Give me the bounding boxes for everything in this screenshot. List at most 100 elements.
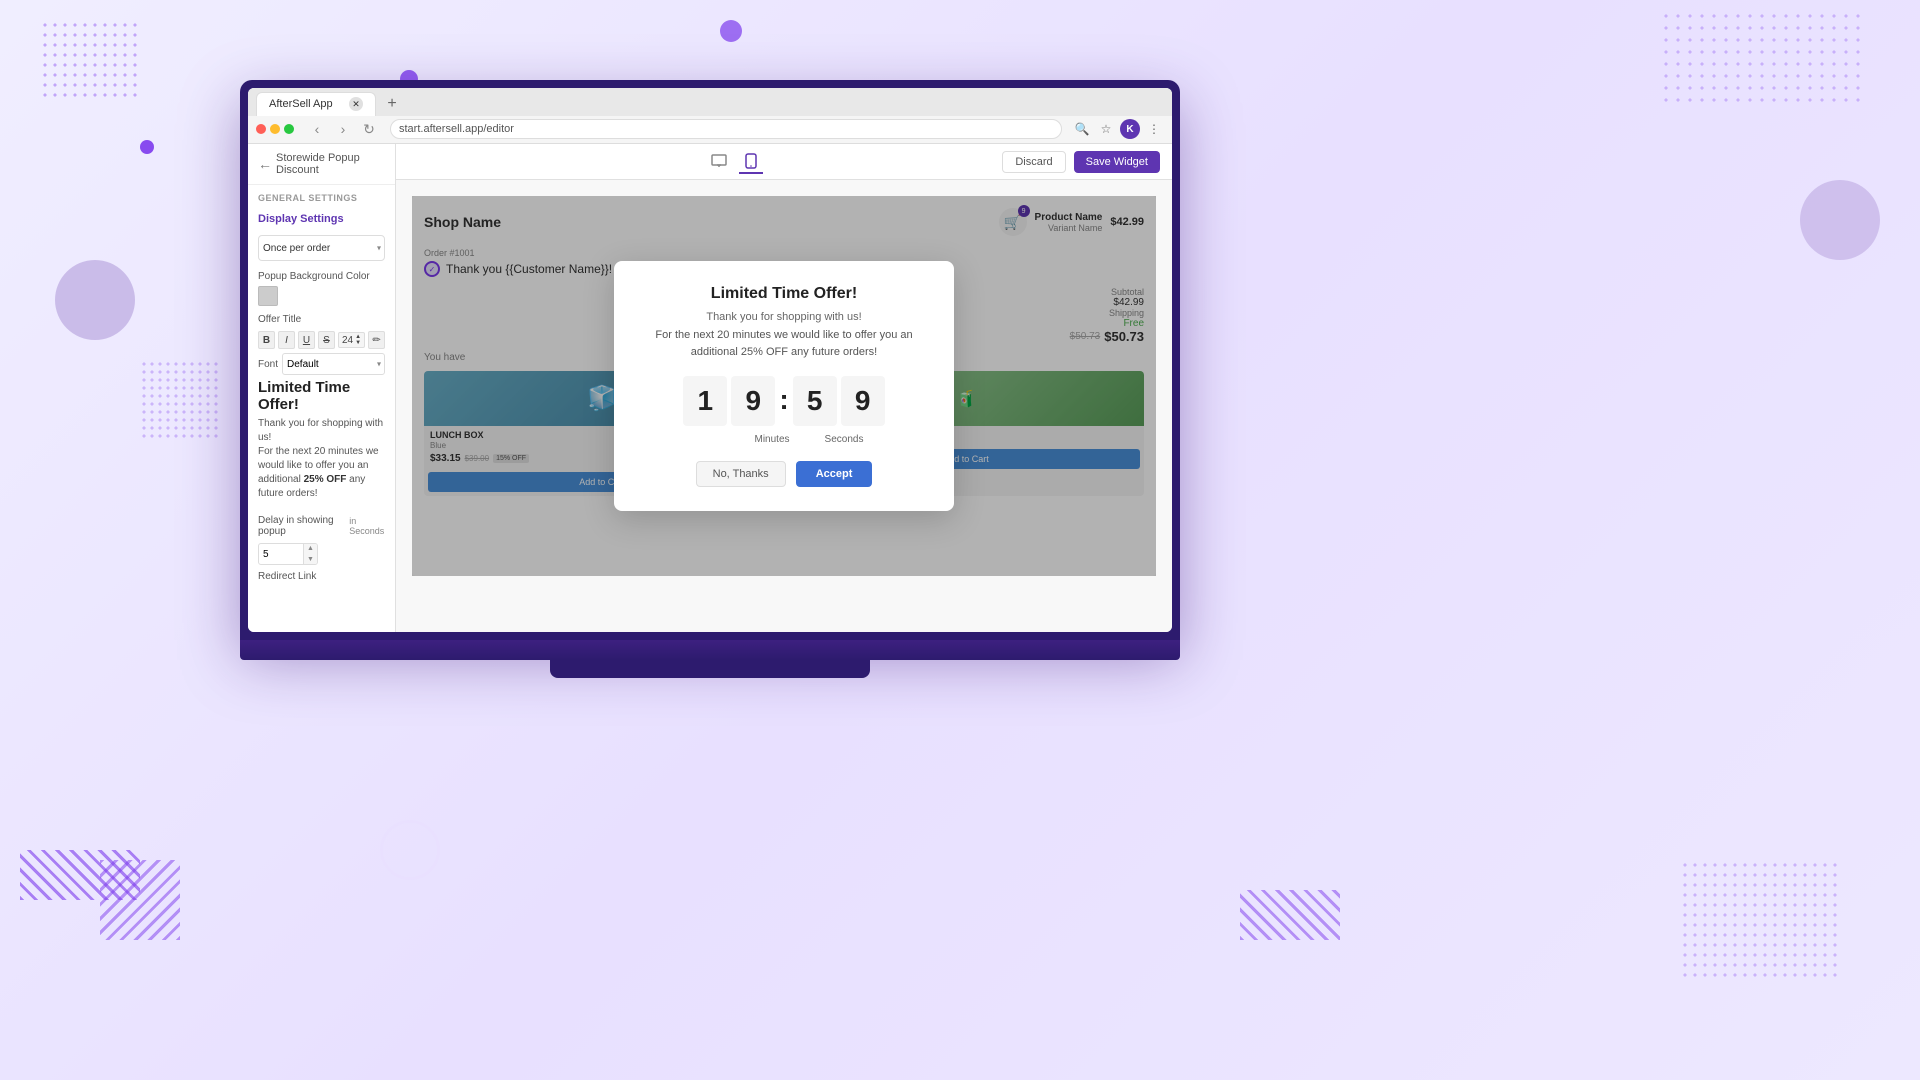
device-icons — [707, 150, 763, 174]
desktop-view-button[interactable] — [707, 150, 731, 174]
popup-bg-color-label: Popup Background Color — [248, 265, 395, 284]
tab-close-button[interactable]: ✕ — [349, 97, 363, 111]
countdown-timer: 1 9 : 5 9 — [642, 376, 926, 426]
body-line1: Thank you for shopping with us! — [258, 418, 383, 443]
section-label: GENERAL SETTINGS — [248, 185, 395, 207]
font-label: Font — [258, 359, 278, 370]
offer-title-preview: Limited Time Offer! — [258, 379, 385, 413]
back-button[interactable]: ← Storewide Popup Discount — [248, 144, 395, 185]
address-bar[interactable]: start.aftersell.app/editor — [390, 119, 1062, 139]
delay-unit: in Seconds — [349, 516, 385, 536]
modal-subtitle: Thank you for shopping with us! — [642, 311, 926, 323]
shop-preview: Shop Name 🛒 9 Product Name Variant Name — [412, 196, 1156, 576]
delay-input[interactable] — [259, 549, 303, 560]
sidebar: ← Storewide Popup Discount GENERAL SETTI… — [248, 144, 396, 632]
toolbar-actions: Discard Save Widget — [1002, 151, 1160, 173]
offer-title-section: B I U S 24 ▲ ▼ ✏ — [248, 327, 395, 511]
laptop-stand — [550, 660, 870, 678]
active-tab[interactable]: AfterSell App ✕ — [256, 92, 376, 116]
font-size-arrows: ▲ ▼ — [355, 334, 361, 346]
bold-button[interactable]: B — [258, 331, 275, 349]
delay-decrement[interactable]: ▼ — [303, 554, 317, 565]
countdown-digit-1: 1 — [683, 376, 727, 426]
traffic-lights — [256, 124, 294, 134]
modal-body: For the next 20 minutes we would like to… — [642, 327, 926, 360]
circle-outline — [380, 820, 440, 880]
modal-buttons: No, Thanks Accept — [642, 461, 926, 487]
circle-decoration-1 — [140, 140, 154, 154]
reload-nav-button[interactable]: ↻ — [358, 118, 380, 140]
top-toolbar: Discard Save Widget — [396, 144, 1172, 180]
delay-spinner: ▲ ▼ — [303, 543, 317, 565]
preview-area: Shop Name 🛒 9 Product Name Variant Name — [396, 180, 1172, 592]
modal-title: Limited Time Offer! — [642, 285, 926, 303]
browser-chrome: AfterSell App ✕ + ‹ › ↻ start.after — [248, 88, 1172, 144]
browser-actions: 🔍 ☆ K ⋮ — [1072, 119, 1164, 139]
display-select[interactable]: Once per order Always Once per session — [258, 235, 385, 261]
display-settings-item[interactable]: Display Settings — [248, 207, 395, 231]
minimize-traffic-light[interactable] — [270, 124, 280, 134]
app-layout: ← Storewide Popup Discount GENERAL SETTI… — [248, 144, 1172, 632]
user-avatar[interactable]: K — [1120, 119, 1140, 139]
save-widget-button[interactable]: Save Widget — [1074, 151, 1160, 173]
bookmark-icon[interactable]: ☆ — [1096, 119, 1116, 139]
back-nav-button[interactable]: ‹ — [306, 118, 328, 140]
countdown-digit-4: 9 — [841, 376, 885, 426]
url-text: start.aftersell.app/editor — [399, 123, 514, 135]
offer-title-label: Offer Title — [248, 308, 395, 327]
modal-popup: Limited Time Offer! Thank you for shoppi… — [614, 261, 954, 511]
circle-large-right — [1800, 180, 1880, 260]
dots-decoration-bottomright — [1680, 860, 1840, 980]
edit-icon[interactable]: ✏ — [368, 331, 385, 349]
browser-controls: ‹ › ↻ start.aftersell.app/editor 🔍 ☆ K ⋮ — [248, 116, 1172, 144]
browser-tabs: AfterSell App ✕ + — [248, 88, 1172, 116]
discard-button[interactable]: Discard — [1002, 151, 1065, 173]
countdown-digit-3: 5 — [793, 376, 837, 426]
back-arrow-icon: ← — [258, 156, 272, 172]
color-input-row — [248, 284, 395, 308]
body-discount: 25% OFF — [304, 474, 347, 485]
dots-decoration-topleft — [40, 20, 140, 100]
laptop-base — [240, 640, 1180, 660]
countdown-labels: Minutes Seconds — [642, 434, 926, 445]
font-size-value: 24 — [342, 335, 353, 346]
accept-button[interactable]: Accept — [796, 461, 873, 487]
forward-nav-button[interactable]: › — [332, 118, 354, 140]
modal-overlay: Limited Time Offer! Thank you for shoppi… — [412, 196, 1156, 576]
strikethrough-button[interactable]: S — [318, 331, 335, 349]
dots-decoration-bottomleft — [140, 360, 220, 440]
new-tab-button[interactable]: + — [380, 92, 404, 116]
delay-increment[interactable]: ▲ — [303, 543, 317, 554]
countdown-separator: : — [779, 384, 788, 416]
more-options-icon[interactable]: ⋮ — [1144, 119, 1164, 139]
close-traffic-light[interactable] — [256, 124, 266, 134]
countdown-digit-2: 9 — [731, 376, 775, 426]
mobile-view-button[interactable] — [739, 150, 763, 174]
display-select-wrapper: Once per order Always Once per session — [248, 231, 395, 265]
search-icon[interactable]: 🔍 — [1072, 119, 1092, 139]
offer-body-preview: Thank you for shopping with us! For the … — [258, 417, 385, 501]
font-size-control[interactable]: 24 ▲ ▼ — [338, 332, 365, 348]
font-select[interactable]: Default Arial Georgia — [282, 353, 385, 375]
circle-large-left — [55, 260, 135, 340]
circle-decoration-3 — [720, 20, 742, 42]
color-swatch[interactable] — [258, 286, 278, 306]
dots-decoration-topright — [1660, 10, 1860, 110]
delay-row: Delay in showing popup in Seconds — [248, 511, 395, 541]
main-content: Discard Save Widget Shop Name — [396, 144, 1172, 632]
screen-content: AfterSell App ✕ + ‹ › ↻ start.after — [248, 88, 1172, 632]
delay-input-wrapper: ▲ ▼ — [258, 543, 318, 565]
maximize-traffic-light[interactable] — [284, 124, 294, 134]
seconds-label-text: Seconds — [822, 434, 866, 445]
formatting-toolbar: B I U S 24 ▲ ▼ ✏ — [258, 331, 385, 349]
no-thanks-button[interactable]: No, Thanks — [696, 461, 786, 487]
italic-button[interactable]: I — [278, 331, 295, 349]
minutes-label-text: Minutes — [750, 434, 794, 445]
laptop-frame: AfterSell App ✕ + ‹ › ↻ start.after — [240, 80, 1180, 660]
underline-button[interactable]: U — [298, 331, 315, 349]
tab-title: AfterSell App — [269, 98, 333, 110]
delay-label: Delay in showing popup — [258, 515, 343, 537]
redirect-link-label: Redirect Link — [248, 567, 395, 586]
stripe-decoration-bottomleft2 — [100, 860, 180, 940]
stripe-decoration-bottomright — [1240, 890, 1340, 940]
